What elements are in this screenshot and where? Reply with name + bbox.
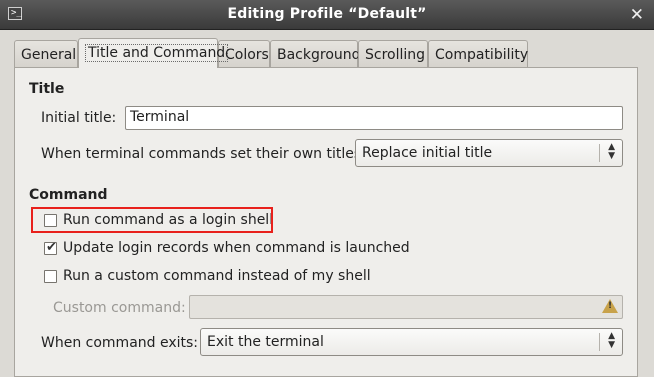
tab-title-and-command[interactable]: Title and Command (78, 38, 229, 68)
close-icon[interactable]: ✕ (630, 5, 644, 25)
window-title: Editing Profile “Default” (227, 6, 427, 22)
red-highlight-box (31, 207, 273, 233)
custom-command-check-label[interactable]: Run a custom command instead of my shell (63, 268, 371, 284)
updown-icon: ▲ ▼ (608, 331, 615, 350)
exit-action-select[interactable]: Exit the terminal ▲ ▼ (200, 328, 623, 356)
checkmark-icon: ✔ (46, 240, 57, 255)
tab-general[interactable]: General (14, 40, 78, 67)
tab-background[interactable]: Background (270, 40, 361, 67)
command-section-heading: Command (29, 187, 108, 203)
dynamic-title-label: When terminal commands set their own tit… (41, 146, 366, 162)
dynamic-title-select[interactable]: Replace initial title ▲ ▼ (355, 139, 623, 167)
exit-action-label: When command exits: (41, 335, 199, 351)
initial-title-input[interactable]: Terminal (125, 106, 623, 130)
initial-title-label: Initial title: (41, 110, 117, 126)
custom-command-checkbox[interactable] (44, 270, 57, 283)
custom-command-input[interactable]: ! (189, 295, 623, 319)
updown-icon: ▲ ▼ (608, 142, 615, 161)
update-records-label[interactable]: Update login records when command is lau… (63, 240, 410, 256)
custom-command-label: Custom command: (53, 300, 186, 316)
window-titlebar[interactable]: >_ Editing Profile “Default” ✕ (0, 0, 654, 30)
tab-compatibility[interactable]: Compatibility (428, 40, 528, 67)
warning-icon: ! (602, 299, 618, 313)
update-records-checkbox[interactable]: ✔ (44, 240, 57, 255)
title-section-heading: Title (29, 81, 65, 97)
tab-scrolling[interactable]: Scrolling (358, 40, 428, 67)
